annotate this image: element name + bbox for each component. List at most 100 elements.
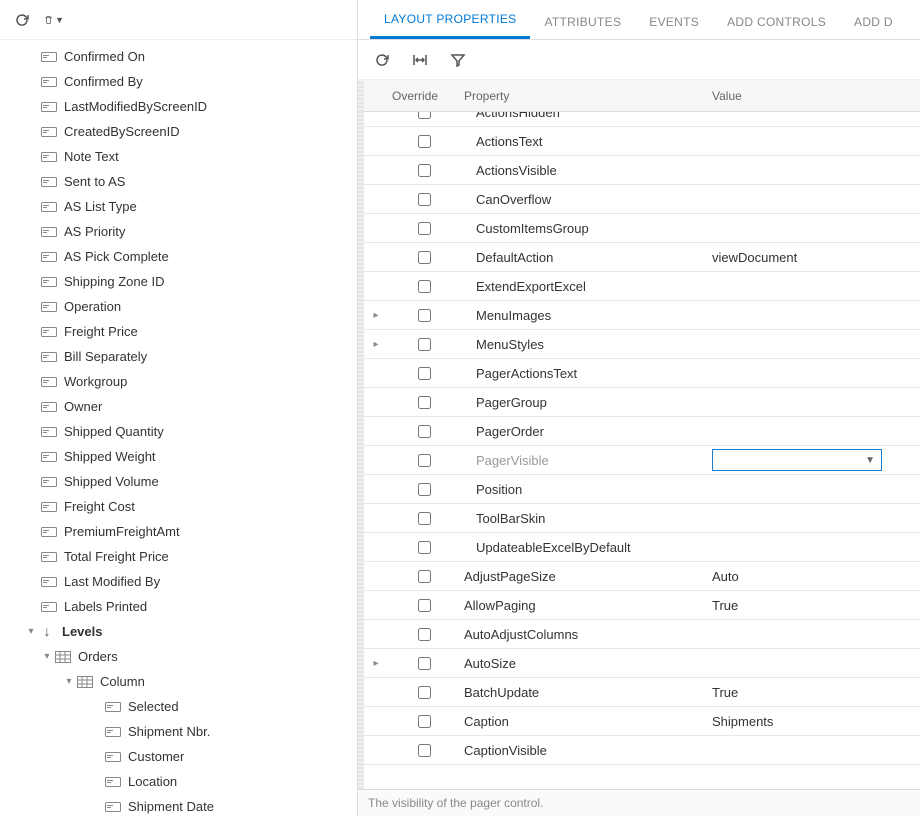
tree-view[interactable]: Confirmed OnConfirmed ByLastModifiedBySc… <box>0 40 357 816</box>
override-checkbox[interactable] <box>418 454 431 467</box>
tree-column[interactable]: ▾Column <box>0 669 357 694</box>
tree-orders[interactable]: ▾Orders <box>0 644 357 669</box>
property-row[interactable]: ▸MenuStyles <box>364 330 920 359</box>
override-checkbox[interactable] <box>418 251 431 264</box>
tree-field[interactable]: AS Priority <box>0 219 357 244</box>
refresh-icon[interactable] <box>12 10 32 30</box>
tree-field[interactable]: Shipping Zone ID <box>0 269 357 294</box>
caret-down-icon[interactable]: ▾ <box>24 621 38 642</box>
tree-levels[interactable]: ▾↓Levels <box>0 619 357 644</box>
tree-field[interactable]: Note Text <box>0 144 357 169</box>
tree-field[interactable]: Bill Separately <box>0 344 357 369</box>
tree-field[interactable]: Shipped Weight <box>0 444 357 469</box>
override-checkbox[interactable] <box>418 135 431 148</box>
override-checkbox[interactable] <box>418 541 431 554</box>
tree-field[interactable]: Last Modified By <box>0 569 357 594</box>
property-row[interactable]: UpdateableExcelByDefault <box>364 533 920 562</box>
override-checkbox[interactable] <box>418 367 431 380</box>
property-row[interactable]: PagerOrder <box>364 417 920 446</box>
override-checkbox[interactable] <box>418 686 431 699</box>
property-value[interactable]: True <box>704 685 920 700</box>
property-row[interactable]: ActionsVisible <box>364 156 920 185</box>
property-row[interactable]: AllowPagingTrue <box>364 591 920 620</box>
property-row[interactable]: ▸MenuImages <box>364 301 920 330</box>
override-checkbox[interactable] <box>418 715 431 728</box>
filter-icon[interactable] <box>448 50 468 70</box>
override-checkbox[interactable] <box>418 599 431 612</box>
property-row[interactable]: PagerVisible▼ <box>364 446 920 475</box>
override-checkbox[interactable] <box>418 193 431 206</box>
tree-column-field[interactable]: Selected <box>0 694 357 719</box>
property-value[interactable]: viewDocument <box>704 250 920 265</box>
override-checkbox[interactable] <box>418 744 431 757</box>
tree-column-field[interactable]: Shipment Date <box>0 794 357 816</box>
tree-field[interactable]: Confirmed By <box>0 69 357 94</box>
tree-field[interactable]: Labels Printed <box>0 594 357 619</box>
override-checkbox[interactable] <box>418 280 431 293</box>
property-row[interactable]: PagerGroup <box>364 388 920 417</box>
expand-toggle[interactable]: ▸ <box>364 310 388 321</box>
property-row[interactable]: DefaultActionviewDocument <box>364 243 920 272</box>
override-checkbox[interactable] <box>418 657 431 670</box>
override-checkbox[interactable] <box>418 570 431 583</box>
tree-column-field[interactable]: Location <box>0 769 357 794</box>
property-row[interactable]: CaptionVisible <box>364 736 920 765</box>
expand-toggle[interactable]: ▸ <box>364 658 388 669</box>
override-checkbox[interactable] <box>418 483 431 496</box>
property-row[interactable]: AutoAdjustColumns <box>364 620 920 649</box>
tree-field[interactable]: Shipped Quantity <box>0 419 357 444</box>
override-checkbox[interactable] <box>418 338 431 351</box>
tree-field[interactable]: Freight Price <box>0 319 357 344</box>
refresh-grid-icon[interactable] <box>372 50 392 70</box>
fit-width-icon[interactable] <box>410 50 430 70</box>
tab-events[interactable]: EVENTS <box>635 5 713 39</box>
override-checkbox[interactable] <box>418 222 431 235</box>
override-checkbox[interactable] <box>418 396 431 409</box>
tree-field[interactable]: Freight Cost <box>0 494 357 519</box>
property-row[interactable]: CustomItemsGroup <box>364 214 920 243</box>
tree-field[interactable]: Confirmed On <box>0 44 357 69</box>
override-checkbox[interactable] <box>418 628 431 641</box>
override-checkbox[interactable] <box>418 512 431 525</box>
property-row[interactable]: ToolBarSkin <box>364 504 920 533</box>
property-row[interactable]: CaptionShipments <box>364 707 920 736</box>
override-checkbox[interactable] <box>418 112 431 119</box>
tree-field[interactable]: AS Pick Complete <box>0 244 357 269</box>
expand-toggle[interactable]: ▸ <box>364 339 388 350</box>
tree-field[interactable]: Owner <box>0 394 357 419</box>
property-row[interactable]: ActionsText <box>364 127 920 156</box>
property-row[interactable]: Position <box>364 475 920 504</box>
override-checkbox[interactable] <box>418 309 431 322</box>
property-row[interactable]: PagerActionsText <box>364 359 920 388</box>
tree-field[interactable]: LastModifiedByScreenID <box>0 94 357 119</box>
tree-field[interactable]: CreatedByScreenID <box>0 119 357 144</box>
tree-field[interactable]: Workgroup <box>0 369 357 394</box>
property-row[interactable]: ActionsHidden <box>364 112 920 127</box>
tab-add-d[interactable]: ADD D <box>840 5 907 39</box>
tab-attributes[interactable]: ATTRIBUTES <box>530 5 635 39</box>
tab-add-controls[interactable]: ADD CONTROLS <box>713 5 840 39</box>
property-row[interactable]: BatchUpdateTrue <box>364 678 920 707</box>
tree-field[interactable]: AS List Type <box>0 194 357 219</box>
override-checkbox[interactable] <box>418 425 431 438</box>
grid-body[interactable]: ActionsHiddenActionsTextActionsVisibleCa… <box>364 112 920 789</box>
tree-field[interactable]: Operation <box>0 294 357 319</box>
tree-field[interactable]: PremiumFreightAmt <box>0 519 357 544</box>
property-value[interactable]: Shipments <box>704 714 920 729</box>
property-row[interactable]: ▸AutoSize <box>364 649 920 678</box>
property-row[interactable]: CanOverflow <box>364 185 920 214</box>
caret-down-icon[interactable]: ▾ <box>62 671 76 692</box>
caret-down-icon[interactable]: ▾ <box>40 646 54 667</box>
delete-icon[interactable]: ▼ <box>44 10 64 30</box>
override-checkbox[interactable] <box>418 164 431 177</box>
tree-field[interactable]: Shipped Volume <box>0 469 357 494</box>
property-value[interactable]: True <box>704 598 920 613</box>
property-value[interactable]: Auto <box>704 569 920 584</box>
value-dropdown[interactable]: ▼ <box>712 449 882 471</box>
tree-column-field[interactable]: Customer <box>0 744 357 769</box>
property-row[interactable]: ExtendExportExcel <box>364 272 920 301</box>
property-row[interactable]: AdjustPageSizeAuto <box>364 562 920 591</box>
tab-layout-properties[interactable]: LAYOUT PROPERTIES <box>370 2 530 39</box>
tree-field[interactable]: Sent to AS <box>0 169 357 194</box>
tree-column-field[interactable]: Shipment Nbr. <box>0 719 357 744</box>
